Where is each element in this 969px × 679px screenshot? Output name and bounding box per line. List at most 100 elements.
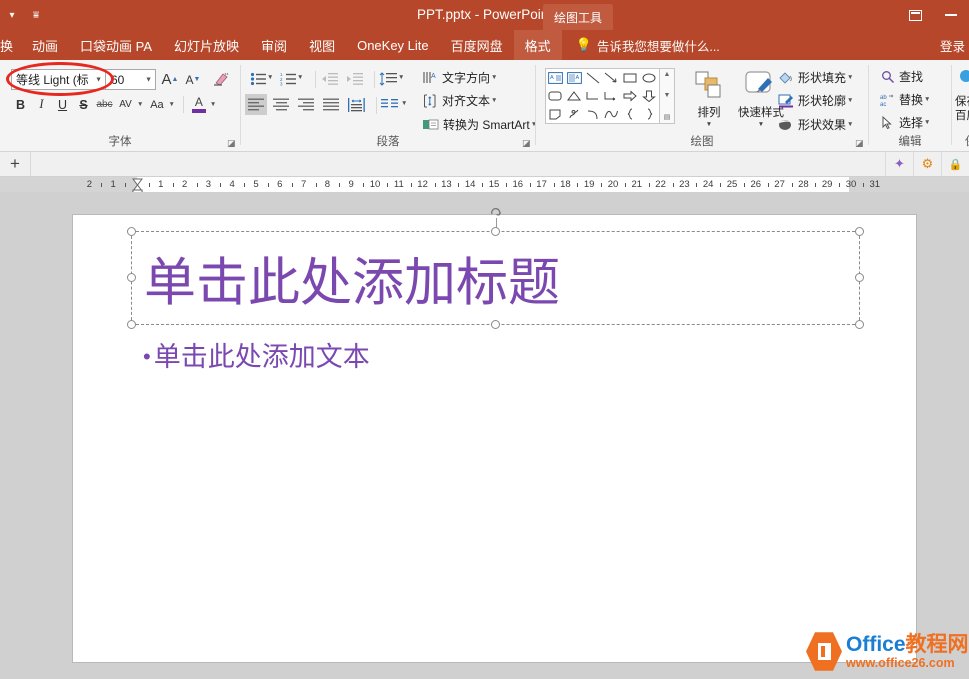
shape-rounded-rectangle[interactable] — [546, 87, 565, 105]
paragraph-dialog-launcher[interactable]: ◪ — [522, 139, 531, 148]
resize-handle-top-right[interactable] — [855, 227, 864, 236]
shape-textbox[interactable]: A — [546, 69, 565, 87]
shape-elbow-arrow-connector[interactable] — [603, 87, 622, 105]
tab-baidu-netdisk[interactable]: 百度网盘 — [440, 30, 514, 60]
font-name-input[interactable]: 等线 Light (标 ▼ — [11, 69, 106, 90]
shape-freeform[interactable] — [565, 105, 584, 123]
decrease-indent-button[interactable] — [318, 68, 340, 89]
line-spacing-button[interactable] — [377, 68, 399, 89]
drawing-dialog-launcher[interactable]: ◪ — [855, 139, 864, 148]
resize-handle-bottom-right[interactable] — [855, 320, 864, 329]
shape-line[interactable] — [584, 69, 603, 87]
underline-button[interactable]: U — [52, 94, 73, 115]
ribbon-display-options-button[interactable] — [897, 0, 933, 30]
first-line-indent-marker[interactable] — [132, 178, 143, 185]
font-dialog-launcher[interactable]: ◪ — [227, 139, 236, 148]
tab-onekey-lite[interactable]: OneKey Lite — [346, 30, 440, 60]
shape-left-brace[interactable] — [621, 105, 640, 123]
scroll-up-icon[interactable]: ▲ — [664, 71, 671, 78]
strikethrough-button[interactable]: abc — [94, 94, 115, 115]
shape-rectangle[interactable] — [621, 69, 640, 87]
tab-slideshow[interactable]: 幻灯片放映 — [163, 30, 250, 60]
resize-handle-bottom-center[interactable] — [490, 320, 500, 329]
minimize-button[interactable] — [933, 0, 969, 30]
horizontal-ruler[interactable]: 2 1 1 2 3 4 5 6 7 8 9 10 11 12 13 14 15 16 17 18 19 20 21 22 23 2… — [0, 177, 969, 193]
chevron-down-icon[interactable]: ▼ — [401, 100, 407, 107]
shape-effects-menu[interactable]: 形状效果 ▼ — [778, 116, 856, 133]
align-left-button[interactable] — [245, 94, 267, 115]
shape-right-arrow[interactable] — [621, 87, 640, 105]
distribute-text-button[interactable] — [345, 94, 367, 115]
tab-transitions[interactable]: 换 — [0, 30, 21, 60]
shape-outline-menu[interactable]: 形状轮廓 ▼ — [778, 92, 856, 109]
tab-review[interactable]: 审阅 — [250, 30, 298, 60]
chevron-down-icon[interactable]: ▼ — [210, 101, 216, 108]
shape-arc[interactable] — [584, 105, 603, 123]
shape-down-arrow[interactable] — [640, 87, 659, 105]
character-spacing-button[interactable]: AV — [115, 94, 136, 115]
shape-arrow[interactable] — [603, 69, 622, 87]
scroll-down-icon[interactable]: ▼ — [664, 92, 671, 99]
slide-canvas[interactable]: 单击此处添加标题 • 单击此处添加文本 — [72, 208, 917, 663]
shape-gallery-scrollbar[interactable]: ▲ ▼ ▤ — [660, 68, 675, 124]
shape-elbow-connector[interactable] — [584, 87, 603, 105]
tab-format[interactable]: 格式 — [513, 30, 562, 60]
rotation-handle[interactable] — [490, 207, 502, 219]
chevron-down-icon[interactable]: ▼ — [847, 97, 853, 104]
shape-folded-corner[interactable] — [546, 105, 565, 123]
find-button[interactable]: 查找 — [879, 68, 923, 85]
shape-curve[interactable] — [603, 105, 622, 123]
chevron-down-icon[interactable]: ▼ — [168, 101, 174, 108]
italic-button[interactable]: I — [31, 94, 52, 115]
select-button[interactable]: 选择 ▼ — [879, 114, 933, 131]
shape-gallery[interactable]: A A — [545, 68, 660, 124]
justify-button[interactable] — [320, 94, 342, 115]
body-placeholder[interactable]: • 单击此处添加文本 — [143, 335, 370, 374]
shape-vertical-textbox[interactable]: A — [565, 69, 584, 87]
chevron-down-icon[interactable]: ▼ — [924, 96, 930, 103]
hanging-indent-marker[interactable] — [132, 185, 143, 193]
tab-pocket-animation[interactable]: 口袋动画 PA — [69, 30, 163, 60]
convert-smartart-menu[interactable]: 转换为 SmartArt ▼ — [423, 116, 540, 133]
signin-link[interactable]: 登录 — [940, 30, 965, 60]
align-center-button[interactable] — [270, 94, 292, 115]
chevron-down-icon[interactable]: ▼ — [706, 121, 712, 128]
chevron-down-icon[interactable]: ▼ — [137, 101, 143, 108]
shape-fill-menu[interactable]: 形状填充 ▼ — [778, 69, 856, 86]
font-size-input[interactable]: 60 ▼ — [106, 69, 156, 90]
add-slide-button[interactable]: + — [0, 152, 31, 176]
increase-font-size-button[interactable]: A ▲ — [159, 69, 181, 90]
change-case-button[interactable]: Aa — [146, 94, 167, 115]
title-placeholder[interactable]: 单击此处添加标题 — [127, 208, 864, 329]
resize-handle-bottom-left[interactable] — [127, 320, 136, 329]
chevron-down-icon[interactable]: ▼ — [491, 97, 497, 104]
resize-handle-middle-right[interactable] — [855, 273, 864, 282]
tab-view[interactable]: 视图 — [298, 30, 346, 60]
arrange-button[interactable]: 排列 ▼ — [684, 66, 734, 134]
chevron-down-icon[interactable]: ▼ — [847, 121, 853, 128]
chevron-down-icon[interactable]: ▼ — [398, 74, 404, 81]
decrease-font-size-button[interactable]: A ▼ — [182, 69, 204, 90]
clear-formatting-button[interactable] — [209, 69, 233, 90]
baidu-cloud-icon[interactable] — [957, 68, 969, 90]
effects-icon[interactable]: ✦ — [885, 152, 913, 176]
resize-handle-middle-left[interactable] — [127, 273, 136, 282]
chevron-down-icon[interactable]: ▼ — [297, 74, 303, 81]
bold-button[interactable]: B — [10, 94, 31, 115]
resize-handle-top-center[interactable] — [490, 227, 500, 236]
tab-animations[interactable]: 动画 — [21, 30, 69, 60]
shape-oval[interactable] — [640, 69, 659, 87]
chevron-down-icon[interactable]: ▼ — [491, 74, 497, 81]
align-right-button[interactable] — [295, 94, 317, 115]
font-color-button[interactable]: A — [189, 94, 209, 115]
increase-indent-button[interactable] — [343, 68, 365, 89]
chevron-down-icon[interactable]: ▼ — [924, 119, 930, 126]
tell-me-search[interactable]: 💡 告诉我您想要做什么... — [562, 30, 720, 60]
align-text-menu[interactable]: 对齐文本 ▼ — [423, 92, 500, 109]
text-shadow-button[interactable]: S — [73, 94, 94, 115]
shape-triangle[interactable] — [565, 87, 584, 105]
chevron-down-icon[interactable]: ▼ — [267, 74, 273, 81]
numbering-button[interactable]: 1 2 3 — [277, 68, 299, 89]
resize-handle-top-left[interactable] — [127, 227, 136, 236]
lock-icon[interactable]: 🔒 — [941, 152, 969, 176]
